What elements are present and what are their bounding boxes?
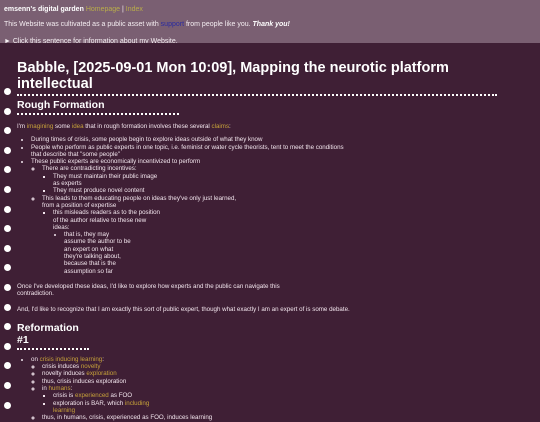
hole-icon	[4, 225, 11, 233]
reformation-list: on crisis inducing learning: crisis indu…	[17, 356, 527, 422]
article: Babble, [2025-09-01 Mon 10:09], Mapping …	[17, 60, 527, 422]
cultivation-text: This Website was cultivated as a public …	[4, 21, 161, 28]
sublist: They must maintain their public image as…	[42, 173, 527, 195]
list-item: on crisis inducing learning: crisis indu…	[31, 356, 527, 422]
list-item-text: this misleads readers as to the position…	[53, 209, 160, 231]
list-item-text: :	[102, 355, 104, 363]
learning-link[interactable]: learning	[53, 407, 75, 414]
idea-link[interactable]: idea	[72, 123, 84, 130]
paragraph-navigate: Once I've developed these ideas, I'd lik…	[17, 282, 280, 298]
main-content: Babble, [2025-09-01 Mon 10:09], Mapping …	[0, 43, 540, 421]
paragraph-recognize: And, I'd like to recognize that I am exa…	[17, 305, 350, 313]
list-item-text: as FOO	[108, 392, 133, 400]
list-item-text: They must produce novel content	[53, 187, 145, 195]
including-link[interactable]: including	[125, 400, 149, 407]
sublist: crisis is experienced as FOO exploration…	[42, 392, 527, 414]
support-link[interactable]: support	[161, 21, 184, 28]
thank-you-text: Thank you!	[252, 21, 290, 28]
intro-text: that in rough formation involves these s…	[83, 123, 212, 130]
list-item-text: People who perform as public experts in …	[31, 143, 344, 158]
list-item: crisis is experienced as FOO	[53, 392, 527, 399]
list-item-text: crisis induces	[42, 363, 81, 371]
list-item: exploration is BAR, which including learn…	[53, 400, 183, 415]
hole-icon	[4, 401, 11, 409]
hole-icon	[4, 146, 11, 154]
index-link[interactable]: Index	[126, 6, 143, 13]
cultivation-note: This Website was cultivated as a public …	[4, 19, 536, 30]
list-item: They must maintain their public image as…	[53, 173, 163, 188]
list-item-text: crisis is	[53, 392, 75, 400]
list-item-text: This leads to them educating people on i…	[42, 194, 237, 209]
list-item-text: thus, in humans, crisis, experienced as …	[42, 414, 213, 422]
intro-paragraph: I'm imagining some idea that in rough fo…	[17, 123, 527, 130]
hole-icon	[4, 88, 11, 95]
hole-icon	[4, 342, 11, 350]
list-item: During times of crisis, some people begi…	[31, 136, 331, 143]
list-item: thus, in humans, crisis, experienced as …	[42, 414, 527, 421]
hole-icon	[4, 323, 11, 331]
list-item-text: They must maintain their public image as…	[53, 172, 158, 188]
list-item-text: on	[31, 355, 40, 363]
section-heading-rough-formation: Rough Formation	[17, 99, 179, 115]
hole-icon	[4, 127, 11, 135]
list-item: There are contradicting incentives: They…	[42, 165, 527, 194]
hole-icon	[4, 381, 11, 389]
intro-text: some	[53, 123, 72, 130]
hole-icon	[4, 283, 11, 291]
list-item: that is, they may assume the author to b…	[64, 231, 132, 275]
site-header-row: emsenn's digital garden Homepage | Index	[4, 4, 536, 15]
hole-icon	[4, 362, 11, 370]
list-item: crisis induces novelty	[42, 363, 527, 370]
list-item: People who perform as public experts in …	[31, 144, 351, 159]
claims-link[interactable]: claims	[212, 123, 230, 130]
intro-text: I'm	[17, 123, 27, 130]
site-header: emsenn's digital garden Homepage | Index…	[0, 0, 540, 45]
hole-icon	[4, 185, 11, 193]
list-item: This leads to them educating people on i…	[42, 195, 242, 275]
list-item-text: exploration is BAR, which	[53, 399, 125, 407]
hole-icon	[4, 244, 11, 252]
section-heading-reformation: Reformation #1	[17, 322, 89, 350]
nav-separator: |	[122, 6, 124, 13]
sublist: that is, they may assume the author to b…	[53, 231, 163, 275]
hole-icon	[4, 107, 11, 115]
hole-icon	[4, 166, 11, 174]
list-item-text: These public experts are economically in…	[31, 158, 201, 166]
list-item: These public experts are economically in…	[31, 158, 527, 275]
humans-link[interactable]: humans	[49, 385, 71, 392]
page-title: Babble, [2025-09-01 Mon 10:09], Mapping …	[17, 60, 497, 96]
notebook-holes	[4, 88, 12, 421]
imagining-link[interactable]: imagining	[27, 123, 53, 130]
exploration-link[interactable]: exploration	[86, 370, 116, 377]
hole-icon	[4, 264, 11, 272]
site-name[interactable]: emsenn's digital garden	[4, 6, 84, 13]
intro-text: :	[229, 123, 231, 130]
list-item: in humans: crisis is experienced as FOO …	[42, 385, 527, 414]
claims-list: During times of crisis, some people begi…	[17, 136, 527, 275]
list-item-text: novelty induces	[42, 370, 87, 378]
list-item-text: that is, they may assume the author to b…	[64, 231, 131, 275]
sublist: this misleads readers as to the position…	[42, 209, 242, 275]
list-item-text: There are contradicting incentives:	[42, 165, 137, 173]
hole-icon	[4, 303, 11, 311]
sublist: There are contradicting incentives: They…	[31, 165, 527, 274]
crisis-inducing-learning-link[interactable]: crisis inducing learning	[40, 356, 103, 363]
list-item-text: During times of crisis, some people begi…	[31, 136, 263, 144]
list-item: novelty induces exploration	[42, 370, 527, 377]
cultivation-text-2: from people like you.	[184, 21, 253, 28]
list-item: this misleads readers as to the position…	[53, 209, 163, 275]
novelty-link[interactable]: novelty	[81, 363, 101, 370]
sublist: crisis induces novelty novelty induces e…	[31, 363, 527, 421]
hole-icon	[4, 205, 11, 213]
list-item-text: thus, crisis induces exploration	[42, 377, 127, 385]
homepage-link[interactable]: Homepage	[86, 6, 120, 13]
experienced-link[interactable]: experienced	[75, 392, 109, 399]
list-item: They must produce novel content	[53, 187, 527, 194]
list-item: thus, crisis induces exploration	[42, 378, 527, 385]
list-item-text: :	[70, 385, 73, 393]
